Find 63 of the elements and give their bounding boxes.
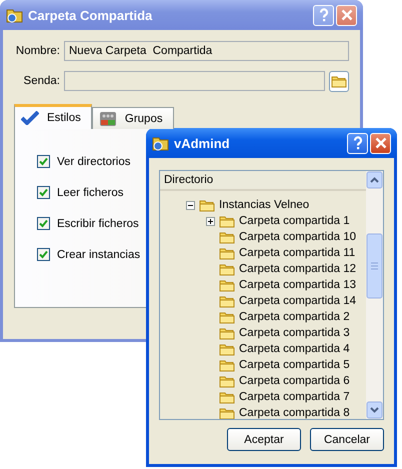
folder-icon	[219, 326, 235, 340]
folder-icon	[219, 374, 235, 388]
window-title: vAdmind	[174, 136, 231, 150]
tab[interactable]: Grupos	[92, 107, 174, 129]
folder-icon	[219, 294, 235, 308]
tree-item[interactable]: Instancias Velneo	[219, 199, 310, 211]
column-header: Directorio	[160, 171, 366, 191]
question-mark-icon	[352, 136, 364, 150]
folder-icon	[219, 246, 235, 260]
window-title: Carpeta Compartida	[28, 8, 154, 22]
folder-icon	[331, 74, 347, 88]
folder-icon	[6, 7, 24, 23]
folder-icon	[219, 310, 235, 324]
tree-item[interactable]: Carpeta compartida 2	[239, 311, 350, 323]
folder-icon	[219, 230, 235, 244]
folder-icon	[199, 198, 215, 212]
close-button[interactable]	[336, 4, 357, 26]
tab[interactable]: Estilos	[14, 104, 92, 129]
folder-icon	[152, 135, 170, 151]
tree-item[interactable]: Carpeta compartida 3	[239, 327, 350, 339]
close-icon	[340, 9, 352, 21]
dialog-button[interactable]: Cancelar	[310, 428, 384, 451]
tree-item[interactable]: Carpeta compartida 12	[239, 263, 356, 275]
checkbox-label: Escribir ficheros	[57, 218, 139, 230]
tree-item[interactable]: Carpeta compartida 7	[239, 391, 350, 403]
folder-icon	[219, 406, 235, 419]
tree-item[interactable]: Carpeta compartida 5	[239, 359, 350, 371]
browse-button[interactable]	[329, 70, 349, 92]
close-icon	[374, 137, 386, 149]
checkbox[interactable]	[37, 217, 50, 230]
tree-item[interactable]: Carpeta compartida 4	[239, 343, 350, 355]
group-icon	[98, 110, 117, 126]
collapse-toggle[interactable]	[186, 200, 195, 210]
checkbox-label: Leer ficheros	[57, 186, 124, 198]
checkbox-label: Crear instancias	[57, 248, 140, 260]
folder-icon	[219, 390, 235, 404]
checkmark-icon	[21, 111, 39, 125]
folder-icon	[219, 262, 235, 276]
checkbox[interactable]	[37, 186, 50, 199]
checkbox[interactable]	[37, 155, 50, 168]
help-button[interactable]	[347, 132, 368, 154]
scrollbar[interactable]	[366, 171, 383, 419]
tree-item[interactable]: Carpeta compartida 8	[239, 407, 350, 419]
tree-item[interactable]: Carpeta compartida 6	[239, 375, 350, 387]
field-label: Nombre:	[14, 45, 60, 57]
tree-item[interactable]: Carpeta compartida 14	[239, 295, 356, 307]
close-button[interactable]	[370, 132, 391, 154]
folder-icon	[219, 278, 235, 292]
text-field[interactable]	[64, 71, 325, 91]
tree-item[interactable]: Carpeta compartida 1	[239, 215, 350, 227]
question-mark-icon	[318, 8, 330, 22]
dialog-button[interactable]: Aceptar	[227, 428, 301, 451]
folder-icon	[219, 358, 235, 372]
checkbox[interactable]	[37, 248, 50, 261]
folder-icon	[219, 214, 235, 228]
folder-icon	[219, 342, 235, 356]
text-field[interactable]: Nueva Carpeta Compartida	[64, 41, 349, 61]
checkbox-label: Ver directorios	[57, 156, 131, 168]
tree-item[interactable]: Carpeta compartida 13	[239, 279, 356, 291]
tree-item[interactable]: Carpeta compartida 11	[239, 247, 356, 259]
expand-toggle[interactable]	[206, 216, 215, 226]
field-label: Senda:	[22, 75, 60, 87]
tree-item[interactable]: Carpeta compartida 10	[239, 231, 356, 243]
